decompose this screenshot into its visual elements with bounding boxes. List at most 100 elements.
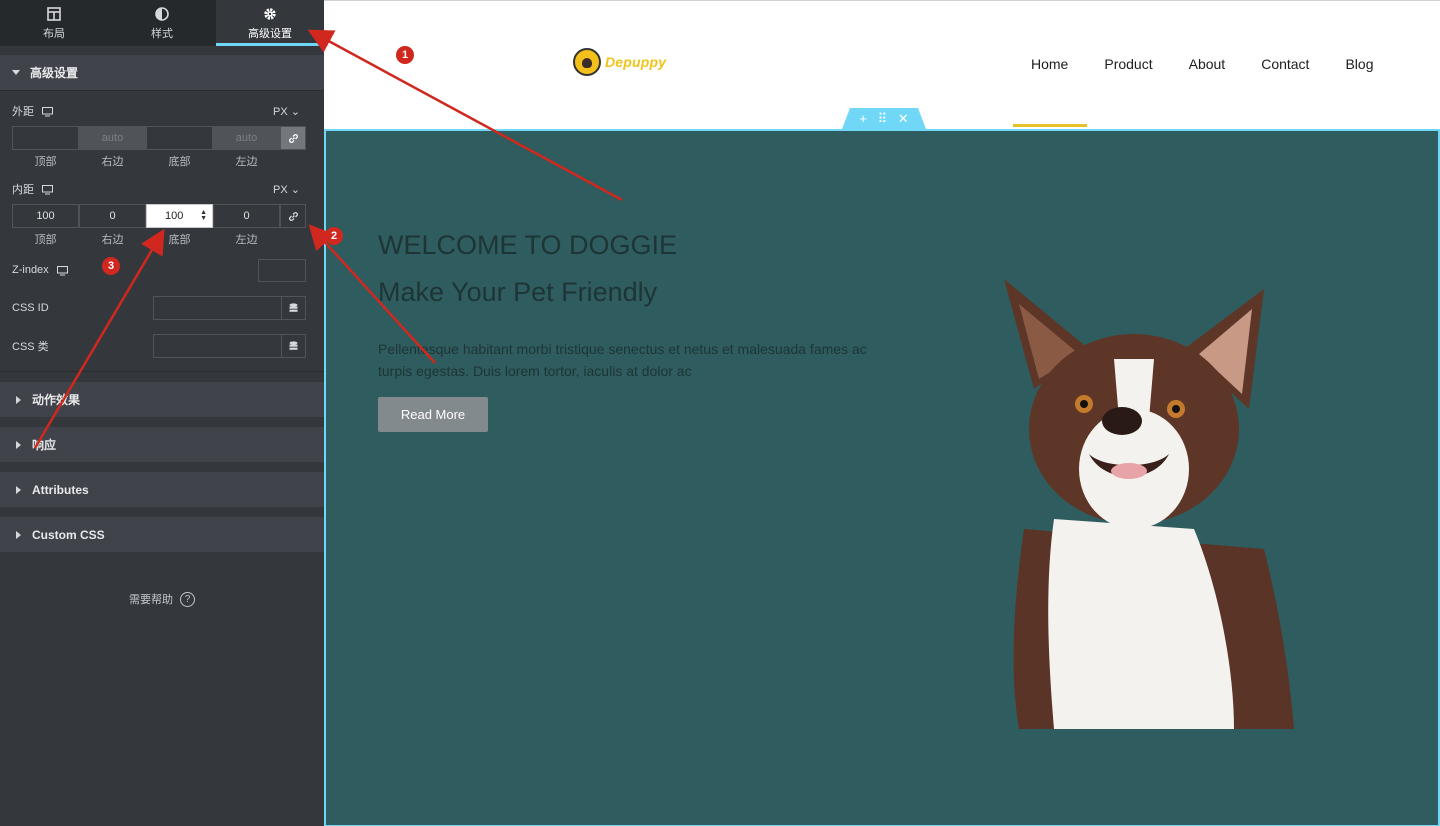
dog-image	[1004, 279, 1294, 729]
css-id-input[interactable]	[153, 296, 306, 320]
link-icon	[288, 133, 298, 143]
css-id-row: CSS ID	[0, 289, 324, 327]
side-label: 右边	[101, 156, 124, 168]
panel-tabs: 布局 样式 高级设置	[0, 0, 324, 46]
css-class-text[interactable]	[154, 335, 281, 357]
dog-logo-icon	[573, 48, 601, 76]
layout-icon	[46, 6, 62, 22]
margin-unit-select[interactable]: PX ⌄	[273, 105, 300, 118]
section-label: Attributes	[32, 482, 89, 497]
caret-right-icon	[16, 440, 21, 449]
desktop-icon[interactable]	[42, 184, 53, 194]
zindex-input[interactable]	[258, 258, 306, 282]
padding-bottom-value: 100	[165, 210, 184, 222]
advanced-section-title: 高级设置	[30, 66, 79, 80]
padding-left-input[interactable]: 0	[213, 204, 280, 228]
side-label: 右边	[101, 234, 124, 246]
caret-right-icon	[16, 530, 21, 539]
close-icon[interactable]: ✕	[898, 111, 909, 127]
margin-link-button[interactable]	[280, 126, 306, 150]
padding-right-input[interactable]: 0	[79, 204, 146, 228]
css-class-input[interactable]	[153, 334, 306, 358]
side-label: 底部	[168, 234, 191, 246]
site-nav: Home Product About Contact Blog	[1031, 56, 1409, 72]
margin-bottom-input[interactable]	[146, 126, 213, 150]
annotation-badge-1: 1	[396, 46, 414, 64]
annotation-badge-3: 3	[102, 257, 120, 275]
tab-layout-label: 布局	[43, 27, 65, 40]
help-link[interactable]: 需要帮助 ?	[0, 591, 324, 607]
padding-top-input[interactable]: 100	[12, 204, 79, 228]
margin-top-input[interactable]	[12, 126, 79, 150]
gear-icon	[262, 6, 278, 22]
css-class-label: CSS 类	[12, 341, 49, 353]
section-custom-css[interactable]: Custom CSS	[0, 517, 324, 552]
hero-section[interactable]: WELCOME TO DOGGIE Make Your Pet Friendly…	[324, 129, 1440, 826]
hero-title: WELCOME TO DOGGIE	[378, 230, 678, 260]
side-label: 底部	[168, 156, 191, 168]
padding-side-labels: 顶部 右边 底部 左边	[12, 231, 312, 247]
caret-right-icon	[16, 485, 21, 494]
drag-handle-icon[interactable]: ⠿	[878, 111, 888, 127]
read-more-button[interactable]: Read More	[378, 397, 488, 432]
caret-right-icon	[16, 395, 21, 404]
zindex-label: Z-index	[12, 264, 49, 276]
link-icon	[288, 211, 298, 221]
contrast-icon	[154, 6, 170, 22]
nav-product[interactable]: Product	[1104, 56, 1152, 72]
margin-left-input[interactable]: auto	[213, 126, 280, 150]
hero-subtitle: Make Your Pet Friendly	[378, 277, 658, 307]
padding-inputs: 100 0 100 ▲ ▼ 0	[12, 204, 312, 228]
section-handle[interactable]: + ⠿ ✕	[842, 108, 926, 129]
tab-advanced-label: 高级设置	[248, 27, 292, 40]
zindex-row: Z-index	[0, 251, 324, 289]
margin-side-labels: 顶部 右边 底部 左边	[12, 153, 312, 169]
margin-control-header: 外距 PX ⌄	[0, 99, 324, 123]
preview-canvas: Depuppy Home Product About Contact Blog …	[324, 0, 1440, 826]
css-class-row: CSS 类	[0, 327, 324, 365]
padding-link-button[interactable]	[280, 204, 306, 228]
section-motion-effects[interactable]: 动作效果	[0, 382, 324, 417]
tab-style-label: 样式	[151, 27, 173, 40]
nav-contact[interactable]: Contact	[1261, 56, 1309, 72]
dynamic-tags-icon[interactable]	[281, 335, 305, 357]
padding-unit-select[interactable]: PX ⌄	[273, 183, 300, 196]
section-label: Custom CSS	[32, 527, 105, 542]
padding-bottom-input[interactable]: 100 ▲ ▼	[146, 204, 213, 228]
side-label: 顶部	[34, 234, 57, 246]
hero-paragraph: Pellentesque habitant morbi tristique se…	[378, 341, 867, 379]
section-label: 动作效果	[32, 393, 81, 407]
nav-home[interactable]: Home	[1031, 56, 1068, 72]
section-responsive[interactable]: 响应	[0, 427, 324, 462]
add-icon[interactable]: +	[859, 111, 867, 126]
section-label: 响应	[32, 438, 57, 452]
margin-right-input[interactable]: auto	[79, 126, 146, 150]
css-id-label: CSS ID	[12, 302, 49, 314]
editor-sidebar: 布局 样式 高级设置 高级设置 外距 PX ⌄ auto auto 顶部 右边 …	[0, 0, 324, 826]
help-label: 需要帮助	[129, 594, 173, 606]
side-label: 左边	[235, 234, 258, 246]
spinner-icon[interactable]: ▲ ▼	[200, 209, 207, 222]
css-id-text[interactable]	[154, 297, 281, 319]
divider	[0, 371, 324, 372]
tab-style[interactable]: 样式	[108, 0, 216, 46]
advanced-section-header[interactable]: 高级设置	[0, 55, 324, 91]
desktop-icon[interactable]	[42, 106, 53, 116]
tab-layout[interactable]: 布局	[0, 0, 108, 46]
question-icon: ?	[180, 591, 195, 607]
section-attributes[interactable]: Attributes	[0, 472, 324, 507]
side-label: 左边	[235, 156, 258, 168]
nav-about[interactable]: About	[1189, 56, 1226, 72]
annotation-badge-2: 2	[325, 227, 343, 245]
nav-active-indicator	[1013, 124, 1087, 127]
tab-advanced[interactable]: 高级设置	[216, 0, 324, 46]
padding-label: 内距	[12, 184, 34, 196]
caret-down-icon	[12, 70, 20, 75]
dynamic-tags-icon[interactable]	[281, 297, 305, 319]
logo-text: Depuppy	[605, 54, 667, 70]
padding-control-header: 内距 PX ⌄	[0, 177, 324, 201]
margin-inputs: auto auto	[12, 126, 312, 150]
desktop-icon[interactable]	[56, 265, 68, 275]
nav-blog[interactable]: Blog	[1345, 56, 1373, 72]
site-logo[interactable]: Depuppy	[573, 48, 666, 76]
